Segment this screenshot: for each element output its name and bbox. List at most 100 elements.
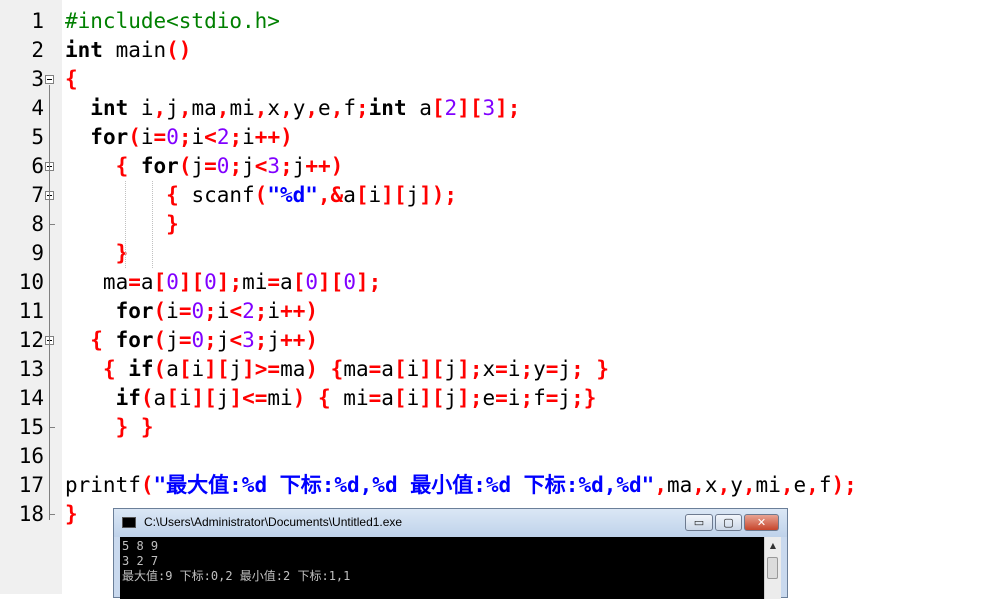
code-token: (: [153, 328, 167, 352]
code-token: mi: [229, 96, 255, 120]
code-token: ][: [457, 96, 483, 120]
code-token: ][: [419, 386, 445, 410]
code-token: i: [406, 386, 420, 410]
code-line[interactable]: int main(): [65, 36, 191, 65]
code-editor[interactable]: 1 2 3 4 5 6 7 8 9 10 11 12 13 14 15 16 17 18 #include<std…: [0, 0, 996, 594]
code-token: i: [368, 183, 382, 207]
line-number: 16: [18, 444, 44, 468]
code-token: }: [140, 415, 154, 439]
code-token: main: [102, 38, 167, 62]
code-token: ++): [254, 125, 293, 149]
code-token: scanf: [178, 183, 255, 207]
code-token: ,: [654, 473, 667, 497]
code-token: mi: [755, 473, 781, 497]
code-token: ,: [305, 96, 319, 120]
code-token: j: [166, 328, 179, 352]
code-token: (: [153, 299, 167, 323]
code-token: printf: [65, 473, 141, 497]
code-token: }: [115, 241, 129, 265]
code-line[interactable]: int i,j,ma,mi,x,y,e,f;int a[2][3];: [65, 94, 520, 123]
console-window[interactable]: C:\Users\Administrator\Documents\Untitle…: [113, 508, 788, 599]
console-scrollbar[interactable]: ▲: [764, 537, 781, 599]
code-line[interactable]: }: [65, 239, 129, 268]
code-token: 3: [482, 96, 496, 120]
code-line[interactable]: { for(j=0;j<3;j++): [65, 152, 344, 181]
code-token: ][: [204, 357, 230, 381]
line-number: 18: [18, 502, 44, 526]
code-token: i: [178, 386, 192, 410]
code-line[interactable]: for(i=0;i<2;i++): [65, 297, 318, 326]
code-line[interactable]: #include<stdio.h>: [65, 7, 280, 36]
code-token: }: [115, 415, 129, 439]
code-token: e: [318, 96, 331, 120]
code-token: ): [305, 357, 319, 381]
code-line[interactable]: { for(j=0;j<3;j++): [65, 326, 318, 355]
code-token: (: [140, 386, 154, 410]
code-token: i: [507, 386, 521, 410]
code-token: =: [178, 299, 192, 323]
close-button[interactable]: ✕: [744, 514, 779, 531]
code-token: {: [90, 328, 103, 352]
code-token: e: [482, 386, 496, 410]
code-token: y: [292, 96, 306, 120]
code-token: a: [166, 357, 179, 381]
code-token: j: [444, 386, 458, 410]
code-token: ;: [204, 328, 217, 352]
code-token: ;: [520, 357, 534, 381]
code-token: j: [558, 357, 572, 381]
code-token: j: [166, 96, 179, 120]
console-output[interactable]: 5 8 9 3 2 7 最大值:9 下标:0,2 最小值:2 下标:1,1: [120, 537, 764, 599]
code-token: ;: [229, 125, 243, 149]
code-token: j: [292, 154, 306, 178]
code-line[interactable]: { if(a[i][j]>=ma) {ma=a[i][j];x=i;y=j; }: [65, 355, 609, 384]
maximize-button[interactable]: ▢: [715, 514, 742, 531]
code-token: #include<stdio.h>: [65, 9, 280, 33]
code-token: =: [545, 357, 559, 381]
code-token: i: [406, 357, 420, 381]
code-line[interactable]: { scanf("%d",&a[i][j]);: [65, 181, 457, 210]
code-line[interactable]: }: [65, 500, 78, 529]
code-token: }: [166, 212, 179, 236]
code-token: f: [818, 473, 832, 497]
code-token: (: [140, 473, 154, 497]
line-number: 1: [31, 9, 44, 33]
code-line[interactable]: }: [65, 210, 179, 239]
code-token: ];: [457, 386, 483, 410]
code-token: a: [381, 357, 394, 381]
code-token: 3: [242, 328, 255, 352]
code-token: x: [267, 96, 281, 120]
code-line[interactable]: if(a[i][j]<=mi) { mi=a[i][j];e=i;f=j;}: [65, 384, 597, 413]
code-token: ,: [742, 473, 756, 497]
code-token: [: [178, 357, 192, 381]
console-title-bar[interactable]: C:\Users\Administrator\Documents\Untitle…: [114, 509, 787, 537]
scroll-up-arrow-icon[interactable]: ▲: [767, 539, 779, 553]
code-line[interactable]: printf("最大值:%d 下标:%d,%d 最小值:%d 下标:%d,%d"…: [65, 471, 857, 500]
code-token: j: [444, 357, 458, 381]
code-token: j: [267, 328, 281, 352]
line-number: 7: [31, 183, 44, 207]
code-token: 0: [166, 270, 179, 294]
scroll-thumb[interactable]: [767, 557, 778, 579]
code-token: =: [495, 357, 508, 381]
code-line[interactable]: for(i=0;i<2;i++): [65, 123, 293, 152]
minimize-button[interactable]: ▭: [685, 514, 713, 531]
code-token: ;: [520, 386, 534, 410]
code-token: j: [406, 183, 420, 207]
code-token: ++): [280, 328, 319, 352]
code-token: a: [280, 270, 293, 294]
code-token: <: [254, 154, 268, 178]
code-token: ): [292, 386, 306, 410]
code-token: {: [102, 357, 116, 381]
fold-toggle-icon[interactable]: [45, 75, 54, 84]
code-line[interactable]: {: [65, 65, 78, 94]
line-number: 4: [31, 96, 44, 120]
code-line[interactable]: ma=a[0][0];mi=a[0][0];: [65, 268, 381, 297]
code-token: =: [368, 386, 382, 410]
code-token: ];: [495, 96, 521, 120]
code-token: e: [793, 473, 807, 497]
console-app-icon: [122, 517, 136, 528]
code-line[interactable]: } }: [65, 413, 154, 442]
